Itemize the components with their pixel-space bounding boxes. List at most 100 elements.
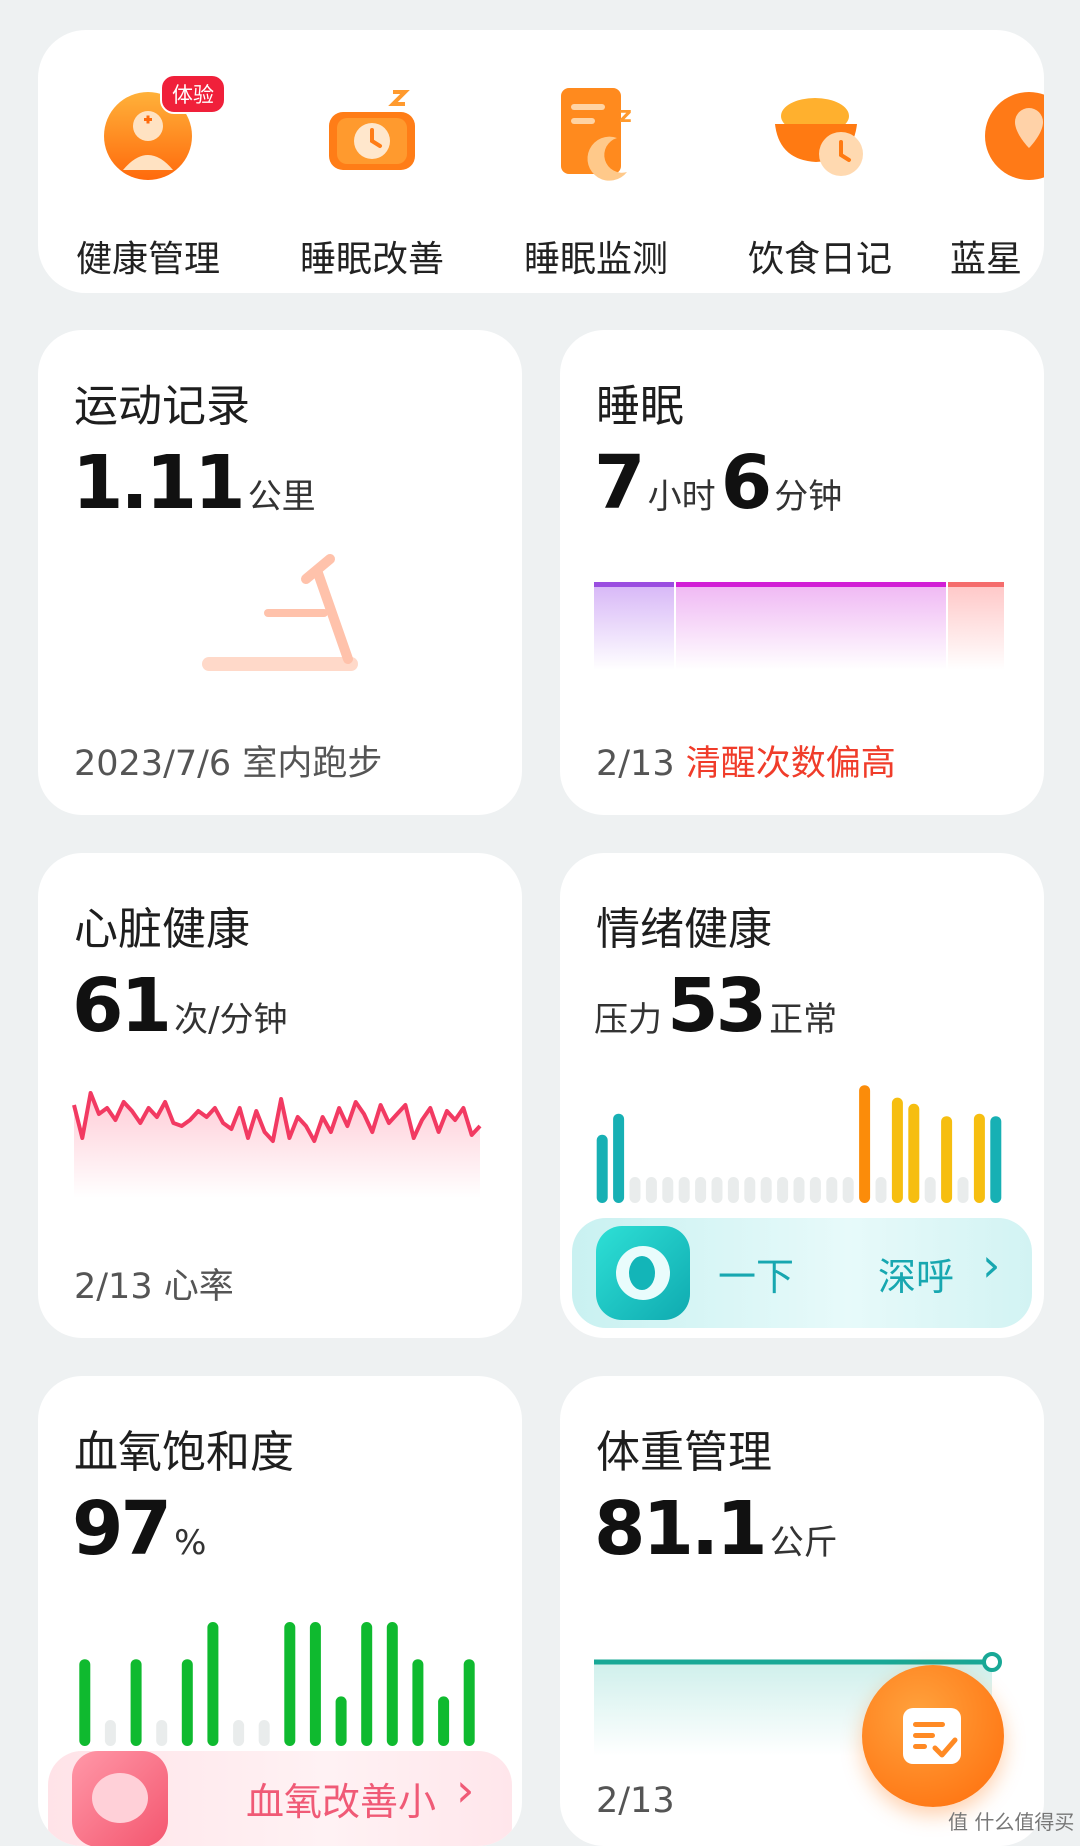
sleep-improve-icon bbox=[329, 90, 415, 170]
heart-footer: 2/13 心率 bbox=[74, 1258, 234, 1309]
weight-date: 2/13 bbox=[596, 1781, 675, 1821]
heart-label: 心率 bbox=[163, 1267, 234, 1307]
stress-bar bbox=[662, 1177, 674, 1203]
stress-bar bbox=[727, 1177, 739, 1203]
shortcut-blue-star[interactable]: 蓝星 bbox=[944, 30, 1044, 293]
spo2-bar bbox=[156, 1720, 168, 1746]
stress-bar bbox=[678, 1177, 690, 1203]
shortcut-sleep-improve[interactable]: 睡眠改善 bbox=[272, 30, 472, 293]
chevron-right-icon: › bbox=[456, 1763, 475, 1817]
weight-unit: 公斤 bbox=[769, 1523, 838, 1563]
stress-bar bbox=[695, 1177, 707, 1203]
banner-text: 一下 bbox=[718, 1255, 795, 1299]
treadmill-icon bbox=[202, 554, 358, 671]
record-fab[interactable] bbox=[862, 1665, 1004, 1807]
sleep-hours-unit: 小时 bbox=[647, 477, 716, 517]
sleep-minutes: 6 bbox=[720, 440, 772, 526]
spo2-improve-banner[interactable]: 血氧改善小 › bbox=[48, 1751, 512, 1846]
shortcut-sleep-monitor[interactable]: z 睡眠监测 bbox=[496, 30, 696, 293]
shortcut-diet-diary[interactable]: 饮食日记 bbox=[720, 30, 920, 293]
spo2-value: 97 bbox=[72, 1486, 172, 1572]
spo2-bar bbox=[233, 1720, 245, 1746]
stress-bar bbox=[859, 1085, 871, 1203]
mood-title: 情绪健康 bbox=[596, 904, 772, 955]
spo2-bar bbox=[79, 1659, 91, 1746]
spo2-bar bbox=[335, 1696, 347, 1746]
mood-value-row: 压力 53 正常 bbox=[594, 963, 837, 1049]
breathing-banner[interactable]: 一下 深呼 › bbox=[572, 1218, 1032, 1328]
chevron-right-icon: › bbox=[982, 1238, 1001, 1292]
sleep-stage-chart bbox=[594, 582, 1004, 670]
banner-text: 血氧改善小 bbox=[246, 1780, 437, 1824]
banner-text-2: 深呼 bbox=[878, 1255, 955, 1299]
shortcut-label: 睡眠改善 bbox=[299, 239, 444, 280]
spo2-bar bbox=[361, 1622, 373, 1746]
spo2-bar bbox=[284, 1622, 296, 1746]
sleep-stage-segment bbox=[594, 584, 674, 670]
sleep-hours: 7 bbox=[594, 440, 645, 526]
stress-bar bbox=[941, 1116, 953, 1203]
breathing-app-icon bbox=[596, 1226, 690, 1320]
sleep-title: 睡眠 bbox=[596, 381, 684, 432]
stress-bar bbox=[924, 1177, 936, 1203]
heart-card[interactable]: 心脏健康 61 次/分钟 2/13 心率 bbox=[38, 853, 522, 1338]
watermark: 值 什么值得买 bbox=[948, 1810, 1075, 1834]
stress-bar bbox=[760, 1177, 772, 1203]
weight-point bbox=[982, 1652, 1002, 1672]
sleep-date: 2/13 bbox=[596, 744, 675, 784]
weight-footer: 2/13 bbox=[596, 1781, 675, 1821]
spo2-bar bbox=[258, 1720, 270, 1746]
spo2-card[interactable]: 血氧饱和度 97 % 血氧改善小 › bbox=[38, 1376, 522, 1846]
exercise-title: 运动记录 bbox=[74, 381, 250, 432]
sleep-stage-line bbox=[948, 582, 1004, 587]
heart-rate-area bbox=[74, 1093, 480, 1198]
mood-prefix: 压力 bbox=[594, 1000, 662, 1040]
stress-bar bbox=[711, 1177, 723, 1203]
exercise-date: 2023/7/6 bbox=[74, 744, 232, 784]
stress-bar bbox=[613, 1113, 625, 1203]
shortcut-label: 睡眠监测 bbox=[523, 239, 668, 280]
spo2-bar bbox=[463, 1659, 475, 1746]
stress-bar bbox=[891, 1097, 903, 1203]
weight-title: 体重管理 bbox=[596, 1427, 772, 1478]
shortcut-label: 健康管理 bbox=[75, 239, 220, 280]
sleep-footer: 2/13 清醒次数偏高 bbox=[596, 735, 896, 786]
heart-rate-chart bbox=[72, 1091, 482, 1198]
spo2-app-icon bbox=[72, 1751, 168, 1846]
spo2-bar bbox=[130, 1659, 142, 1746]
stress-chart bbox=[596, 1085, 1002, 1203]
exercise-unit: 公里 bbox=[247, 477, 316, 517]
heart-title: 心脏健康 bbox=[74, 904, 250, 955]
heart-date: 2/13 bbox=[74, 1267, 153, 1307]
exercise-card[interactable]: 运动记录 1.11 公里 2023/7/6 室内跑步 bbox=[38, 330, 522, 815]
spo2-bar bbox=[207, 1622, 219, 1746]
stress-bar bbox=[875, 1177, 887, 1203]
stress-bar bbox=[809, 1177, 821, 1203]
spo2-bar bbox=[104, 1720, 116, 1746]
shortcut-health-management[interactable]: 体验 健康管理 bbox=[48, 30, 248, 293]
sleep-value-row: 7 小时 6 分钟 bbox=[594, 440, 842, 526]
sleep-stage-segment bbox=[948, 584, 1004, 670]
shortcut-bar: 体验 健康管理 睡眠改善 z 睡眠监测 饮食日记 蓝星 bbox=[38, 30, 1044, 293]
spo2-title: 血氧饱和度 bbox=[74, 1427, 294, 1478]
spo2-chart bbox=[79, 1622, 475, 1746]
sleep-card[interactable]: 睡眠 7 小时 6 分钟 2/13 清醒次数偏高 bbox=[560, 330, 1044, 815]
heart-rate-value: 61 bbox=[72, 963, 172, 1049]
spo2-bar bbox=[386, 1622, 398, 1746]
spo2-bar bbox=[309, 1622, 321, 1746]
stress-bar bbox=[957, 1177, 969, 1203]
weight-value-row: 81.1 公斤 bbox=[594, 1486, 838, 1572]
spo2-unit: % bbox=[174, 1523, 207, 1563]
shortcut-label: 饮食日记 bbox=[747, 239, 892, 280]
stress-status: 正常 bbox=[769, 1000, 838, 1040]
sleep-note: 清醒次数偏高 bbox=[685, 744, 896, 784]
stress-bar bbox=[842, 1177, 854, 1203]
exercise-value-row: 1.11 公里 bbox=[72, 440, 316, 526]
spo2-bar bbox=[181, 1659, 193, 1746]
stress-bar bbox=[793, 1177, 805, 1203]
stress-value: 53 bbox=[667, 963, 767, 1049]
exercise-activity: 室内跑步 bbox=[242, 744, 383, 784]
sleep-stage-line bbox=[594, 582, 674, 587]
stress-bar bbox=[826, 1177, 838, 1203]
mood-card[interactable]: 情绪健康 压力 53 正常 一下 深呼 › bbox=[560, 853, 1044, 1338]
